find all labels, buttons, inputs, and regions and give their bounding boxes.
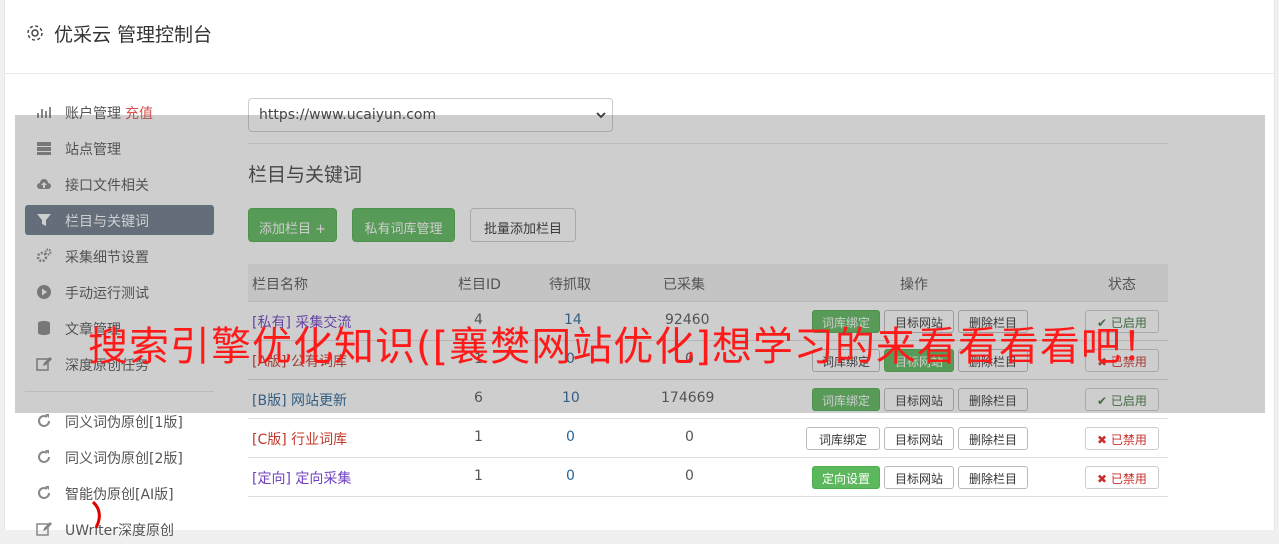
refresh-icon [38, 450, 50, 463]
decorative-swoosh [91, 500, 101, 529]
column-id: 1 [474, 429, 483, 445]
sidebar-item-uwriter[interactable]: UWriter深度原创 [25, 514, 214, 544]
sidebar-item-label: 同义词伪原创[2版] [65, 451, 183, 467]
sidebar-item-synonym-2[interactable]: 同义词伪原创[2版] [25, 442, 214, 472]
delete-column-button[interactable]: 删除栏目 [958, 427, 1028, 450]
gear-icon [27, 25, 43, 41]
table-row: [定向] 定向采集 1 0 0 定向设置 目标网站 删除栏目 ✖ 已禁用 [248, 458, 1168, 497]
refresh-icon [38, 414, 50, 427]
column-id: 1 [474, 468, 483, 484]
column-name[interactable]: [C版] 行业词库 [252, 429, 347, 449]
sidebar-item-label: 同义词伪原创[1版] [65, 415, 183, 431]
delete-column-button[interactable]: 删除栏目 [958, 466, 1028, 489]
edit-icon [36, 522, 52, 536]
pending-count[interactable]: 0 [566, 468, 575, 484]
pending-count[interactable]: 0 [566, 429, 575, 445]
collected-count: 0 [685, 429, 694, 445]
target-site-button[interactable]: 目标网站 [884, 427, 954, 450]
sidebar-item-label: UWriter深度原创 [65, 523, 174, 539]
collected-count: 0 [685, 468, 694, 484]
status-badge[interactable]: ✖ 已禁用 [1085, 427, 1159, 450]
target-site-button[interactable]: 目标网站 [884, 466, 954, 489]
lib-bind-button[interactable]: 词库绑定 [806, 427, 880, 450]
app-title: 优采云 管理控制台 [54, 24, 213, 46]
refresh-icon [38, 486, 50, 499]
header: 优采云 管理控制台 [5, 0, 1274, 74]
column-name[interactable]: [定向] 定向采集 [252, 468, 351, 488]
banner-text: 搜索引擎优化知识([襄樊网站优化]想学习的来看看看看吧！ [88, 324, 1163, 370]
status-badge[interactable]: ✖ 已禁用 [1085, 466, 1159, 489]
sidebar-item-ai-original[interactable]: 智能伪原创[AI版] [25, 478, 214, 508]
table-row: [C版] 行业词库 1 0 0 词库绑定 目标网站 删除栏目 ✖ 已禁用 [248, 419, 1168, 458]
directed-settings-button[interactable]: 定向设置 [812, 466, 880, 489]
sidebar-item-label: 智能伪原创[AI版] [65, 487, 174, 503]
